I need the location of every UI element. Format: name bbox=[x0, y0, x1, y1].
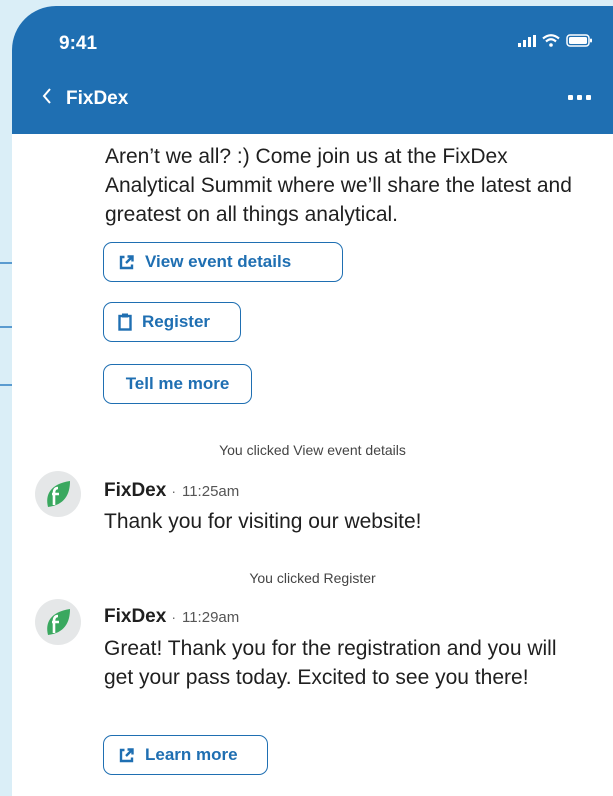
clipboard-icon bbox=[118, 313, 132, 331]
system-event-1: You clicked View event details bbox=[219, 442, 406, 458]
tell-me-more-button[interactable]: Tell me more bbox=[103, 364, 252, 404]
system-event-2: You clicked Register bbox=[249, 570, 376, 586]
timestamp: 11:29am bbox=[181, 609, 240, 626]
intro-message: Aren’t we all? :) Come join us at the Fi… bbox=[105, 145, 572, 226]
avatar bbox=[35, 471, 81, 517]
top-bar: 9:41 FixDex bbox=[12, 6, 613, 134]
external-link-icon bbox=[119, 254, 134, 269]
timestamp: 11:25am bbox=[181, 483, 240, 500]
register-button[interactable]: Register bbox=[103, 302, 241, 342]
signal-icon bbox=[518, 34, 536, 47]
status-time: 9:41 bbox=[59, 33, 98, 54]
register-label: Register bbox=[142, 312, 211, 331]
view-event-details-label: View event details bbox=[145, 252, 292, 271]
message-header-1: FixDex · 11:25am bbox=[104, 480, 239, 502]
sender-name: FixDex bbox=[104, 606, 167, 627]
fixdex-leaf-logo-icon bbox=[47, 609, 70, 635]
separator-dot: · bbox=[171, 609, 176, 625]
learn-more-button[interactable]: Learn more bbox=[103, 735, 268, 775]
sender-name: FixDex bbox=[104, 480, 167, 501]
separator-dot: · bbox=[171, 483, 176, 499]
avatar bbox=[35, 599, 81, 645]
status-icons bbox=[518, 34, 593, 47]
more-icon[interactable] bbox=[568, 87, 591, 107]
tell-me-more-label: Tell me more bbox=[125, 374, 230, 393]
battery-icon bbox=[566, 34, 592, 47]
wifi-icon bbox=[542, 34, 560, 47]
fixdex-leaf-logo-icon bbox=[47, 481, 70, 507]
message-text-2: Great! Thank you for the registration an… bbox=[104, 637, 557, 689]
message-text-1: Thank you for visiting our website! bbox=[104, 510, 422, 533]
external-link-icon bbox=[119, 747, 134, 762]
nav-title: FixDex bbox=[66, 88, 129, 109]
message-header-2: FixDex · 11:29am bbox=[104, 606, 239, 628]
view-event-details-button[interactable]: View event details bbox=[103, 242, 343, 282]
phone-screen: 9:41 FixDex Aren’t we all? :) Come join … bbox=[12, 6, 613, 796]
back-chevron-icon[interactable] bbox=[42, 87, 52, 108]
learn-more-label: Learn more bbox=[145, 745, 238, 764]
